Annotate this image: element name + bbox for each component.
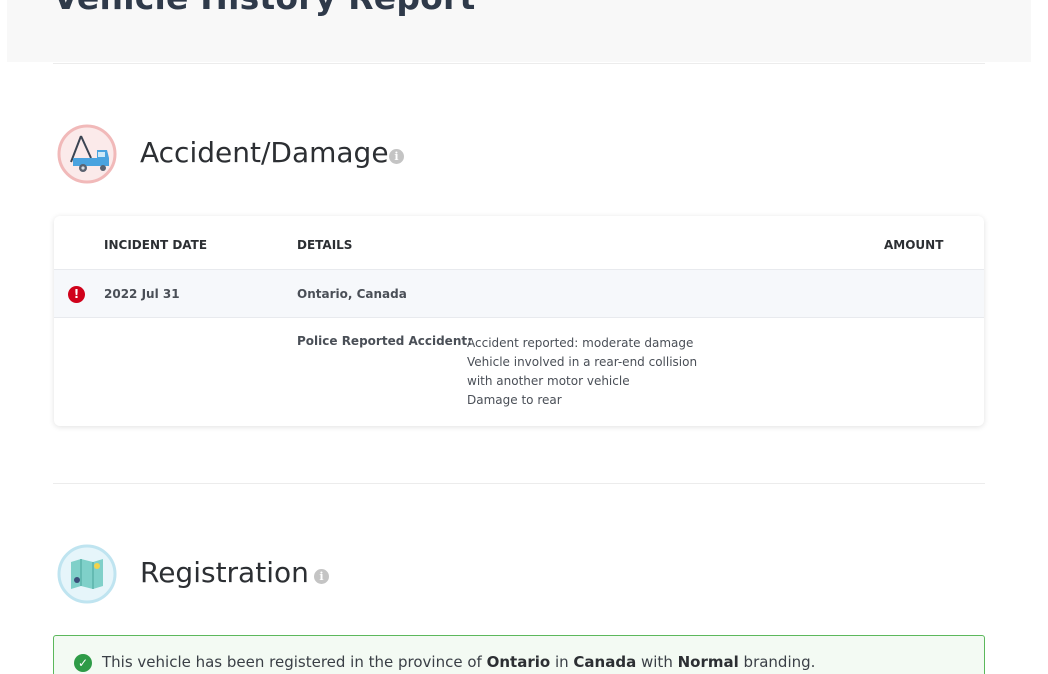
- column-header-amount: AMOUNT: [884, 238, 944, 252]
- detail-line: with another motor vehicle: [467, 374, 630, 388]
- tow-truck-icon: [57, 124, 117, 184]
- registration-country: Canada: [573, 653, 637, 671]
- page-title: Vehicle History Report: [53, 0, 476, 17]
- divider: [53, 483, 985, 484]
- map-icon: [57, 544, 117, 604]
- alert-icon: !: [68, 286, 85, 303]
- incident-location: Ontario, Canada: [297, 287, 407, 301]
- detail-lines: Accident reported: moderate damage Vehic…: [467, 334, 697, 410]
- detail-line: Accident reported: moderate damage: [467, 336, 694, 350]
- info-icon[interactable]: i: [314, 569, 329, 584]
- accident-section-title: Accident/Damage: [140, 136, 389, 169]
- registration-text: This vehicle has been registered in the …: [102, 653, 815, 671]
- detail-line: Vehicle involved in a rear-end collision: [467, 355, 698, 369]
- registration-section-title: Registration: [140, 556, 309, 589]
- registration-branding: Normal: [677, 653, 739, 671]
- incident-date: 2022 Jul 31: [104, 287, 180, 301]
- divider: [53, 63, 985, 64]
- accident-table: INCIDENT DATE DETAILS AMOUNT ! 2022 Jul …: [54, 216, 984, 426]
- detail-label: Police Reported Accident:: [297, 334, 472, 348]
- column-header-incident-date: INCIDENT DATE: [104, 238, 208, 252]
- registration-province: Ontario: [486, 653, 551, 671]
- report-page: Vehicle History Report Accident/Damage i…: [0, 0, 1048, 674]
- detail-line: Damage to rear: [467, 393, 562, 407]
- registration-text-suffix: branding.: [743, 653, 816, 671]
- info-icon[interactable]: i: [389, 149, 404, 164]
- report-header: Vehicle History Report: [7, 0, 1031, 62]
- check-icon: ✓: [74, 654, 92, 672]
- column-header-details: DETAILS: [297, 238, 353, 252]
- registration-banner: ✓ This vehicle has been registered in th…: [53, 635, 985, 674]
- table-row: ! 2022 Jul 31 Ontario, Canada: [54, 269, 984, 318]
- registration-text-prefix: This vehicle has been registered in the …: [102, 653, 482, 671]
- registration-text-in: in: [554, 653, 569, 671]
- registration-text-with: with: [641, 653, 673, 671]
